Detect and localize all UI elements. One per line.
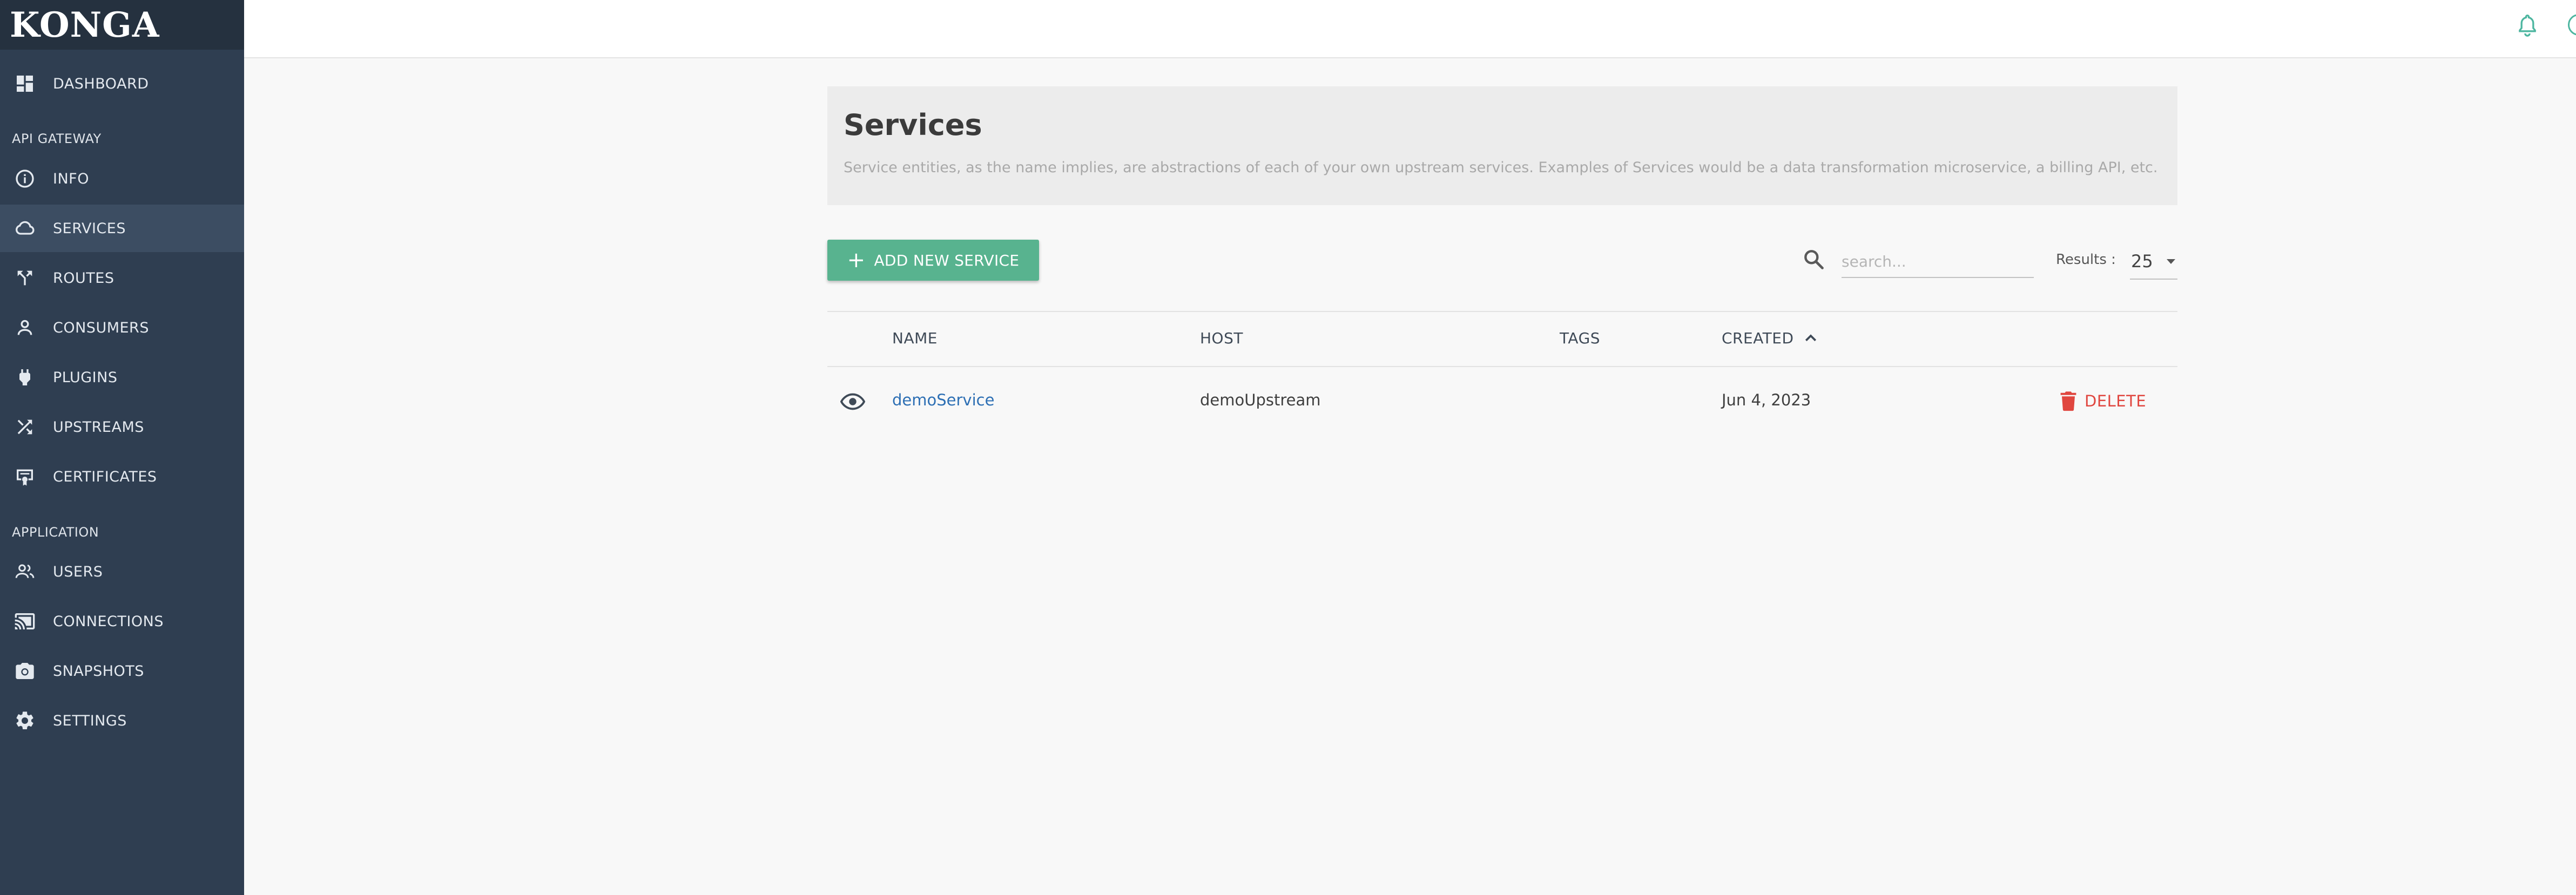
- results-label: Results :: [2056, 252, 2116, 268]
- column-header-host[interactable]: HOST: [1200, 329, 1243, 347]
- bell-icon[interactable]: [2517, 12, 2538, 39]
- search-input[interactable]: [1842, 246, 2034, 278]
- sidebar-item-label: ROUTES: [53, 269, 114, 287]
- section-application: APPLICATION: [12, 525, 99, 540]
- gear-icon: [13, 709, 37, 733]
- service-host: demoUpstream: [1200, 391, 1321, 409]
- service-created: Jun 4, 2023: [1722, 391, 1811, 409]
- person-icon: [13, 316, 37, 340]
- cloud-icon: [13, 216, 37, 240]
- sidebar-item-certificates[interactable]: CERTIFICATES: [0, 453, 244, 500]
- sidebar-item-label: SERVICES: [53, 220, 126, 237]
- column-header-tags[interactable]: TAGS: [1560, 329, 1600, 347]
- add-new-service-button[interactable]: + ADD NEW SERVICE: [827, 240, 1039, 281]
- search-icon[interactable]: [1802, 247, 1825, 271]
- column-header-name[interactable]: NAME: [892, 329, 938, 347]
- sidebar-item-label: INFO: [53, 170, 89, 187]
- plus-icon: +: [847, 248, 866, 273]
- sidebar-item-consumers[interactable]: CONSUMERS: [0, 304, 244, 351]
- logo-bar: KONGA: [0, 0, 244, 50]
- sidebar-item-users[interactable]: USERS: [0, 548, 244, 595]
- routes-icon: [13, 266, 37, 290]
- info-icon: [13, 167, 37, 191]
- page-description: Service entities, as the name implies, a…: [844, 159, 2158, 176]
- table-top-divider: [827, 311, 2177, 312]
- eye-icon[interactable]: [840, 391, 865, 412]
- page-title: Services: [844, 108, 982, 142]
- sidebar-item-info[interactable]: INFO: [0, 155, 244, 202]
- column-header-created[interactable]: CREATED: [1722, 329, 1794, 347]
- dashboard-icon: [13, 72, 37, 96]
- results-value: 25: [2131, 251, 2153, 272]
- sidebar-item-label: SNAPSHOTS: [53, 662, 144, 680]
- camera-icon: [13, 659, 37, 683]
- trash-icon: [2060, 391, 2076, 411]
- delete-label: DELETE: [2085, 392, 2147, 410]
- sidebar-item-label: CERTIFICATES: [53, 468, 157, 485]
- section-api-gateway: API GATEWAY: [12, 131, 102, 146]
- sidebar-item-label: PLUGINS: [53, 369, 118, 386]
- sidebar-item-settings[interactable]: SETTINGS: [0, 697, 244, 744]
- sidebar-item-dashboard[interactable]: DASHBOARD: [0, 60, 244, 107]
- sidebar-item-routes[interactable]: ROUTES: [0, 254, 244, 302]
- users-icon: [13, 560, 37, 584]
- add-button-label: ADD NEW SERVICE: [874, 251, 1020, 269]
- certificate-icon: [13, 465, 37, 489]
- sort-ascending-icon[interactable]: [1803, 330, 1819, 347]
- shuffle-icon: [13, 415, 37, 439]
- sidebar-item-services[interactable]: SERVICES: [0, 205, 244, 252]
- sidebar-item-upstreams[interactable]: UPSTREAMS: [0, 403, 244, 451]
- sidebar-item-label: USERS: [53, 563, 103, 580]
- cast-icon: [13, 609, 37, 633]
- results-per-page-select[interactable]: 25: [2130, 244, 2177, 280]
- sidebar-item-connections[interactable]: CONNECTIONS: [0, 598, 244, 645]
- delete-button[interactable]: DELETE: [2060, 389, 2146, 413]
- sidebar-item-label: UPSTREAMS: [53, 418, 144, 436]
- sidebar-item-label: CONSUMERS: [53, 319, 149, 336]
- sidebar-item-label: SETTINGS: [53, 712, 127, 729]
- sidebar-item-label: CONNECTIONS: [53, 613, 164, 630]
- service-name-link[interactable]: demoService: [892, 391, 994, 409]
- dropdown-caret-icon: [2167, 259, 2175, 264]
- plug-icon: [13, 365, 37, 389]
- sidebar-item-plugins[interactable]: PLUGINS: [0, 354, 244, 401]
- table-header-divider: [827, 366, 2177, 367]
- top-bar: [244, 0, 2576, 58]
- sidebar-item-snapshots[interactable]: SNAPSHOTS: [0, 647, 244, 695]
- sidebar: KONGA DASHBOARD API GATEWAY INFO SERVICE…: [0, 0, 244, 895]
- sidebar-item-label: DASHBOARD: [53, 75, 149, 92]
- page-header: Services Service entities, as the name i…: [827, 86, 2177, 205]
- konga-logo[interactable]: KONGA: [10, 5, 159, 45]
